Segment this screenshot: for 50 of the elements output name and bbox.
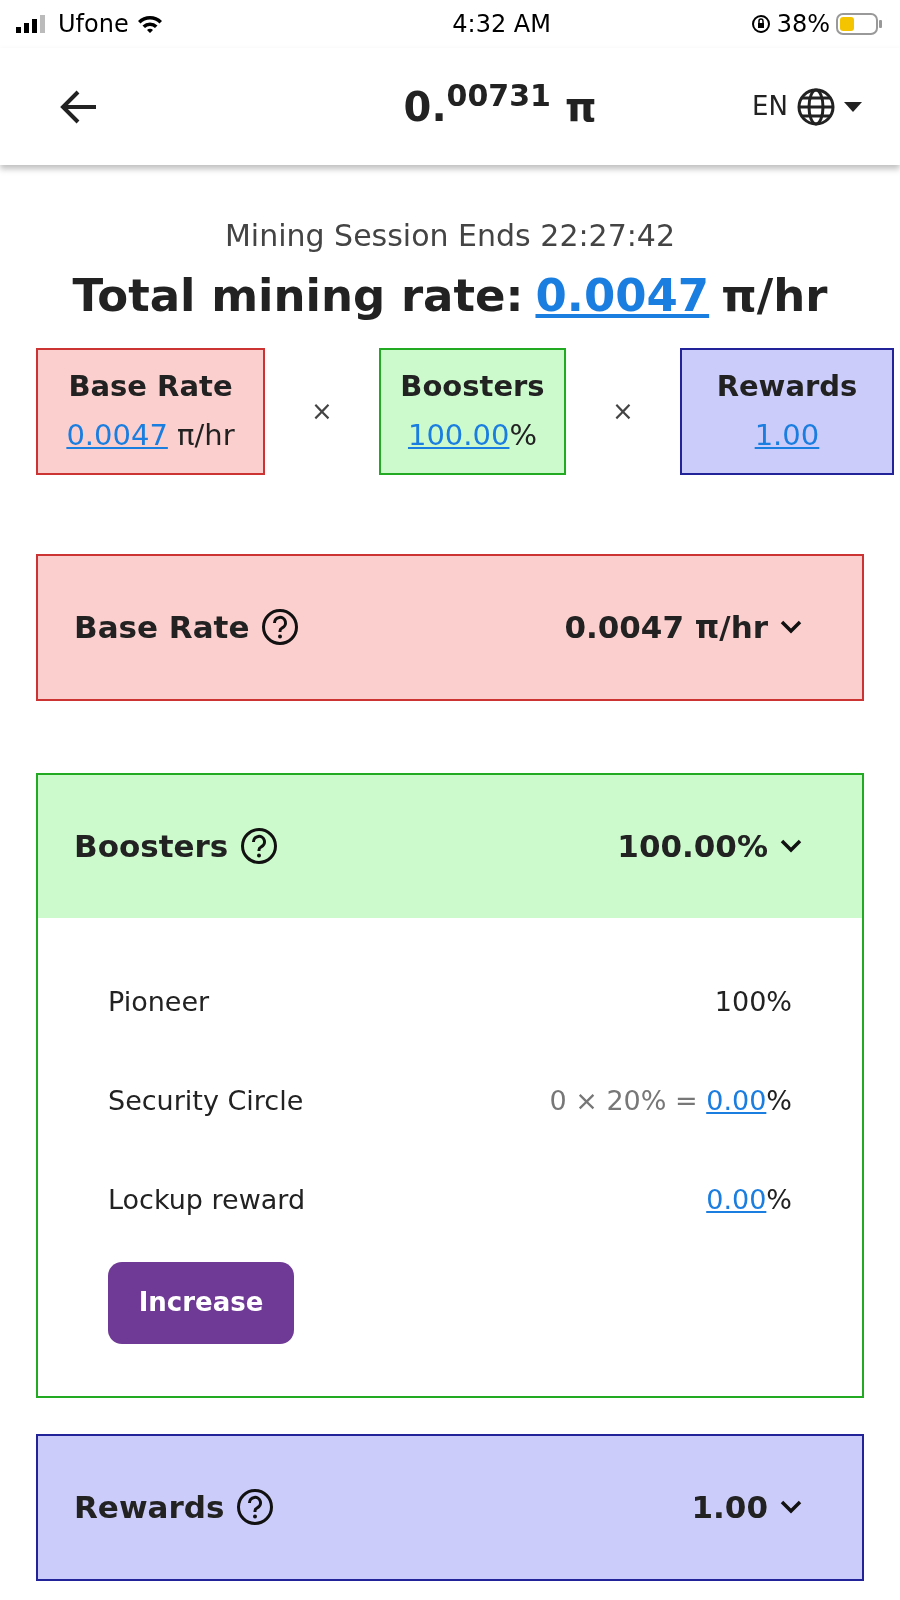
section-title: Rewards (74, 1487, 225, 1527)
multiply-sign: × (311, 394, 333, 428)
increase-button[interactable]: Increase (108, 1261, 294, 1344)
accordion-header[interactable]: Rewards 1.00 (38, 1435, 862, 1579)
factor-value-link[interactable]: 100.00 (407, 414, 510, 458)
balance-amount: 0.$^{00731}$ π (403, 76, 597, 132)
globe-icon[interactable] (796, 86, 836, 127)
battery-percent: 38% (776, 9, 830, 40)
total-rate-label: Total mining rate: (72, 268, 524, 324)
total-rate-link[interactable]: 0.0047 (535, 262, 710, 330)
chevron-down-icon[interactable] (780, 1500, 802, 1514)
factor-unit: π/hr (176, 417, 235, 454)
factor-title: Boosters (400, 367, 545, 405)
booster-label: Lockup reward (108, 1182, 306, 1217)
booster-label: Security Circle (108, 1083, 304, 1118)
session-timer: Mining Session Ends 22:27:42 (223, 217, 677, 255)
factor-title: Base Rate (68, 367, 233, 405)
dropdown-caret-icon[interactable] (844, 101, 862, 112)
percent-sign: % (766, 1083, 792, 1118)
section-value: 1.00 (691, 1487, 768, 1527)
booster-value: 100% (714, 984, 792, 1019)
booster-formula: 0 × 20% = (549, 1083, 699, 1118)
help-icon[interactable] (240, 827, 279, 865)
section-value: 0.0047 π/hr (564, 607, 768, 647)
factor-unit: % (509, 417, 537, 454)
booster-value-link[interactable]: 0.00 (706, 1179, 767, 1221)
booster-label: Pioneer (108, 984, 210, 1019)
clock-time: 4:32 AM (452, 9, 551, 40)
help-icon[interactable] (261, 608, 300, 646)
factor-value-link[interactable]: 0.0047 (66, 414, 168, 458)
total-rate-unit: π/hr (721, 268, 828, 324)
chevron-down-icon[interactable] (780, 620, 802, 634)
back-arrow-icon[interactable] (58, 88, 98, 125)
multiply-sign: × (612, 394, 634, 428)
wifi-icon (136, 14, 163, 34)
rotation-lock-icon (750, 14, 771, 34)
help-icon[interactable] (236, 1488, 275, 1526)
section-title: Base Rate (74, 607, 250, 647)
carrier-name: Ufone (58, 9, 129, 40)
section-title: Boosters (74, 826, 229, 866)
chevron-down-icon[interactable] (780, 839, 802, 853)
booster-value-link[interactable]: 0.00 (706, 1080, 767, 1122)
percent-sign: % (766, 1182, 792, 1217)
section-value: 100.00% (617, 826, 768, 866)
battery-icon (836, 12, 884, 36)
language-code[interactable]: EN (752, 87, 788, 126)
accordion-header[interactable]: Base Rate 0.0047 π/hr (38, 555, 862, 699)
factor-value-link[interactable]: 1.00 (754, 414, 820, 458)
factor-title: Rewards (716, 367, 858, 405)
accordion-header[interactable]: Boosters 100.00% (38, 774, 862, 918)
